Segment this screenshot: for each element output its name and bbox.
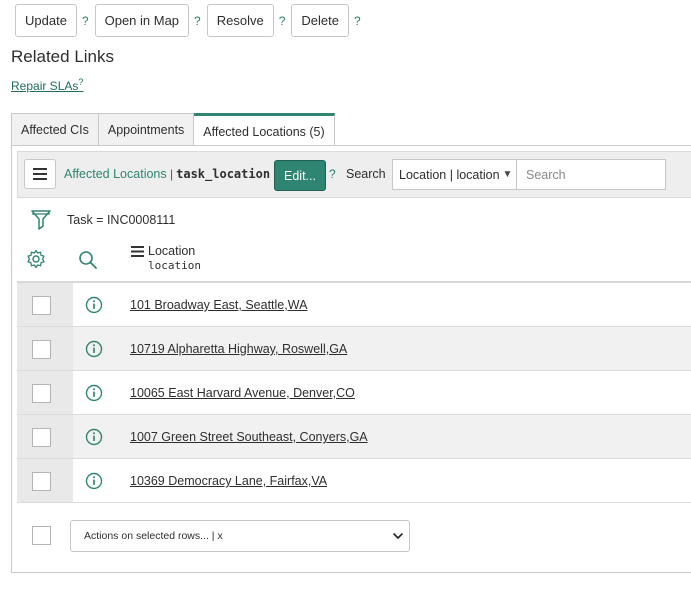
resolve-button[interactable]: Resolve xyxy=(206,4,274,37)
edit-button[interactable]: Edit... xyxy=(274,160,326,191)
row-select-cell xyxy=(17,283,73,326)
location-link[interactable]: 10369 Democracy Lane, Fairfax,VA xyxy=(130,474,327,488)
info-icon[interactable] xyxy=(85,428,103,446)
column-field-name: location xyxy=(148,259,201,272)
tab-affected-locations[interactable]: Affected Locations (5) xyxy=(194,113,335,147)
row-checkbox[interactable] xyxy=(32,296,51,315)
row-checkbox[interactable] xyxy=(32,340,51,359)
form-button-bar: Update ? Open in Map ? Resolve ? Delete … xyxy=(15,4,367,37)
row-checkbox[interactable] xyxy=(32,428,51,447)
update-button[interactable]: Update xyxy=(15,4,77,37)
related-links-heading: Related Links xyxy=(11,47,115,66)
delete-button[interactable]: Delete xyxy=(291,4,349,37)
select-all-checkbox[interactable] xyxy=(32,526,51,545)
filter-condition[interactable]: Task = INC0008111 xyxy=(67,213,175,227)
search-label: Search xyxy=(346,167,386,181)
row-select-cell xyxy=(17,327,73,370)
tab-affected-cis[interactable]: Affected CIs xyxy=(11,113,99,146)
delete-help-icon[interactable]: ? xyxy=(354,14,361,28)
location-link[interactable]: 101 Broadway East, Seattle,WA xyxy=(130,298,307,312)
list-table-name: | task_location xyxy=(170,167,270,181)
table-row: 10065 East Harvard Avenue, Denver,CO xyxy=(17,371,691,415)
actions-select[interactable]: Actions on selected rows... | x xyxy=(70,520,410,552)
affected-locations-panel: Affected Locations | task_location Edit..… xyxy=(11,145,691,573)
info-icon[interactable] xyxy=(85,472,103,490)
list-menu-button[interactable] xyxy=(24,159,56,189)
column-label[interactable]: Location xyxy=(148,244,195,258)
hamburger-icon xyxy=(33,168,47,180)
chevron-down-icon xyxy=(393,533,403,539)
table-row: 10719 Alpharetta Highway, Roswell,GA xyxy=(17,327,691,371)
row-checkbox[interactable] xyxy=(32,472,51,491)
location-link[interactable]: 10065 East Harvard Avenue, Denver,CO xyxy=(130,386,355,400)
open-in-map-help-icon[interactable]: ? xyxy=(194,14,201,28)
table-row: 10369 Democracy Lane, Fairfax,VA xyxy=(17,459,691,503)
funnel-icon[interactable] xyxy=(31,209,51,231)
location-column-header[interactable]: Location location xyxy=(131,244,201,272)
location-link[interactable]: 1007 Green Street Southeast, Conyers,GA xyxy=(130,430,368,444)
list-header-bar: Affected Locations | task_location Edit..… xyxy=(17,151,691,198)
row-select-cell xyxy=(17,371,73,414)
actions-select-value: Actions on selected rows... | x xyxy=(84,530,223,542)
tab-appointments[interactable]: Appointments xyxy=(98,113,195,146)
gear-icon xyxy=(27,249,45,269)
search-field-value: Location | location xyxy=(399,167,500,182)
location-link[interactable]: 10719 Alpharetta Highway, Roswell,GA xyxy=(130,342,347,356)
info-icon[interactable] xyxy=(85,296,103,314)
column-menu-icon[interactable] xyxy=(131,245,144,257)
repair-slas-label[interactable]: Repair SLAs xyxy=(11,79,78,93)
dropdown-arrow-icon: ▼ xyxy=(502,169,513,180)
info-icon[interactable] xyxy=(85,340,103,358)
list-table-name-text: task_location xyxy=(176,167,271,181)
repair-slas-link[interactable]: Repair SLAs? xyxy=(11,77,83,93)
edit-help-icon[interactable]: ? xyxy=(329,167,336,181)
repair-slas-help-icon[interactable]: ? xyxy=(78,77,83,87)
open-in-map-button[interactable]: Open in Map xyxy=(94,4,190,37)
update-help-icon[interactable]: ? xyxy=(82,14,89,28)
search-icon xyxy=(79,251,97,269)
list-settings-button[interactable] xyxy=(26,249,46,272)
column-search-button[interactable] xyxy=(78,250,98,273)
resolve-help-icon[interactable]: ? xyxy=(279,14,286,28)
row-select-cell xyxy=(17,459,73,502)
list-title-separator: | xyxy=(170,167,174,181)
table-row: 101 Broadway East, Seattle,WA xyxy=(17,283,691,327)
related-list-tabs: Affected CIs Appointments Affected Locat… xyxy=(11,113,335,147)
row-checkbox[interactable] xyxy=(32,384,51,403)
info-icon[interactable] xyxy=(85,384,103,402)
row-select-cell xyxy=(17,415,73,458)
list-title[interactable]: Affected Locations xyxy=(64,167,167,181)
search-input[interactable]: Search xyxy=(517,159,666,190)
search-field-select[interactable]: Location | location ▼ xyxy=(392,159,517,190)
locations-table: 101 Broadway East, Seattle,WA 10719 Alph… xyxy=(17,281,691,503)
filter-breadcrumb: Task = INC0008111 xyxy=(31,210,175,230)
table-row: 1007 Green Street Southeast, Conyers,GA xyxy=(17,415,691,459)
